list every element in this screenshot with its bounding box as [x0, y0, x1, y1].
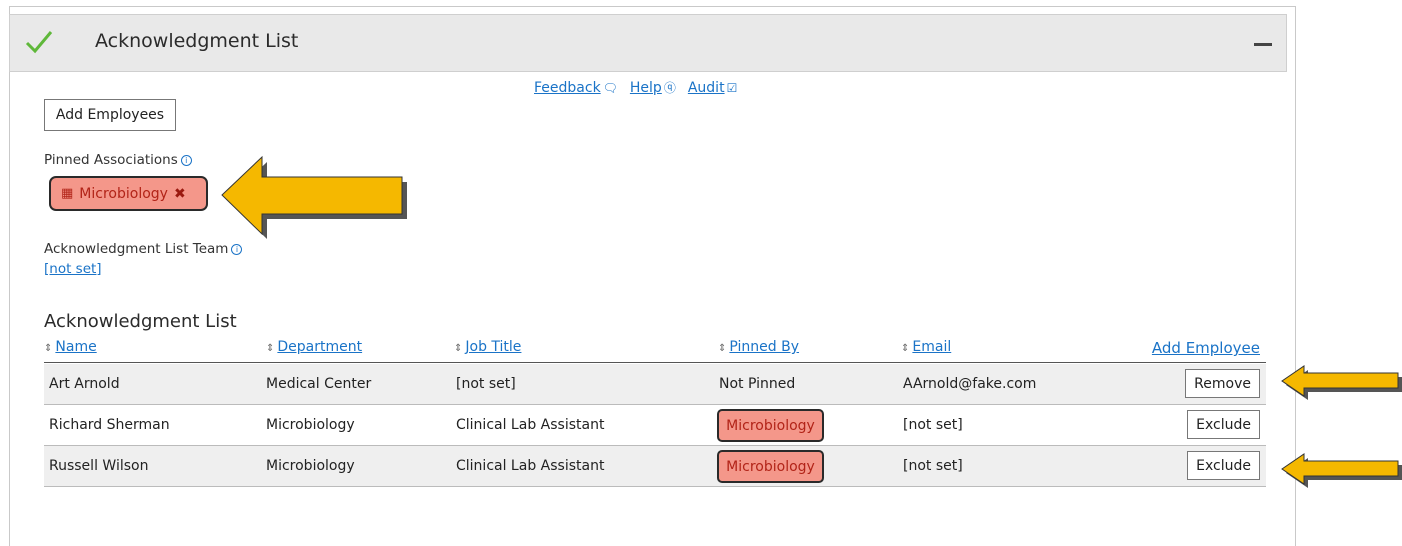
annotation-arrows — [221, 155, 1402, 488]
arrow-pinned-icon — [221, 155, 407, 239]
arrow-remove-icon — [1281, 365, 1402, 400]
arrow-exclude-icon — [1281, 453, 1402, 488]
